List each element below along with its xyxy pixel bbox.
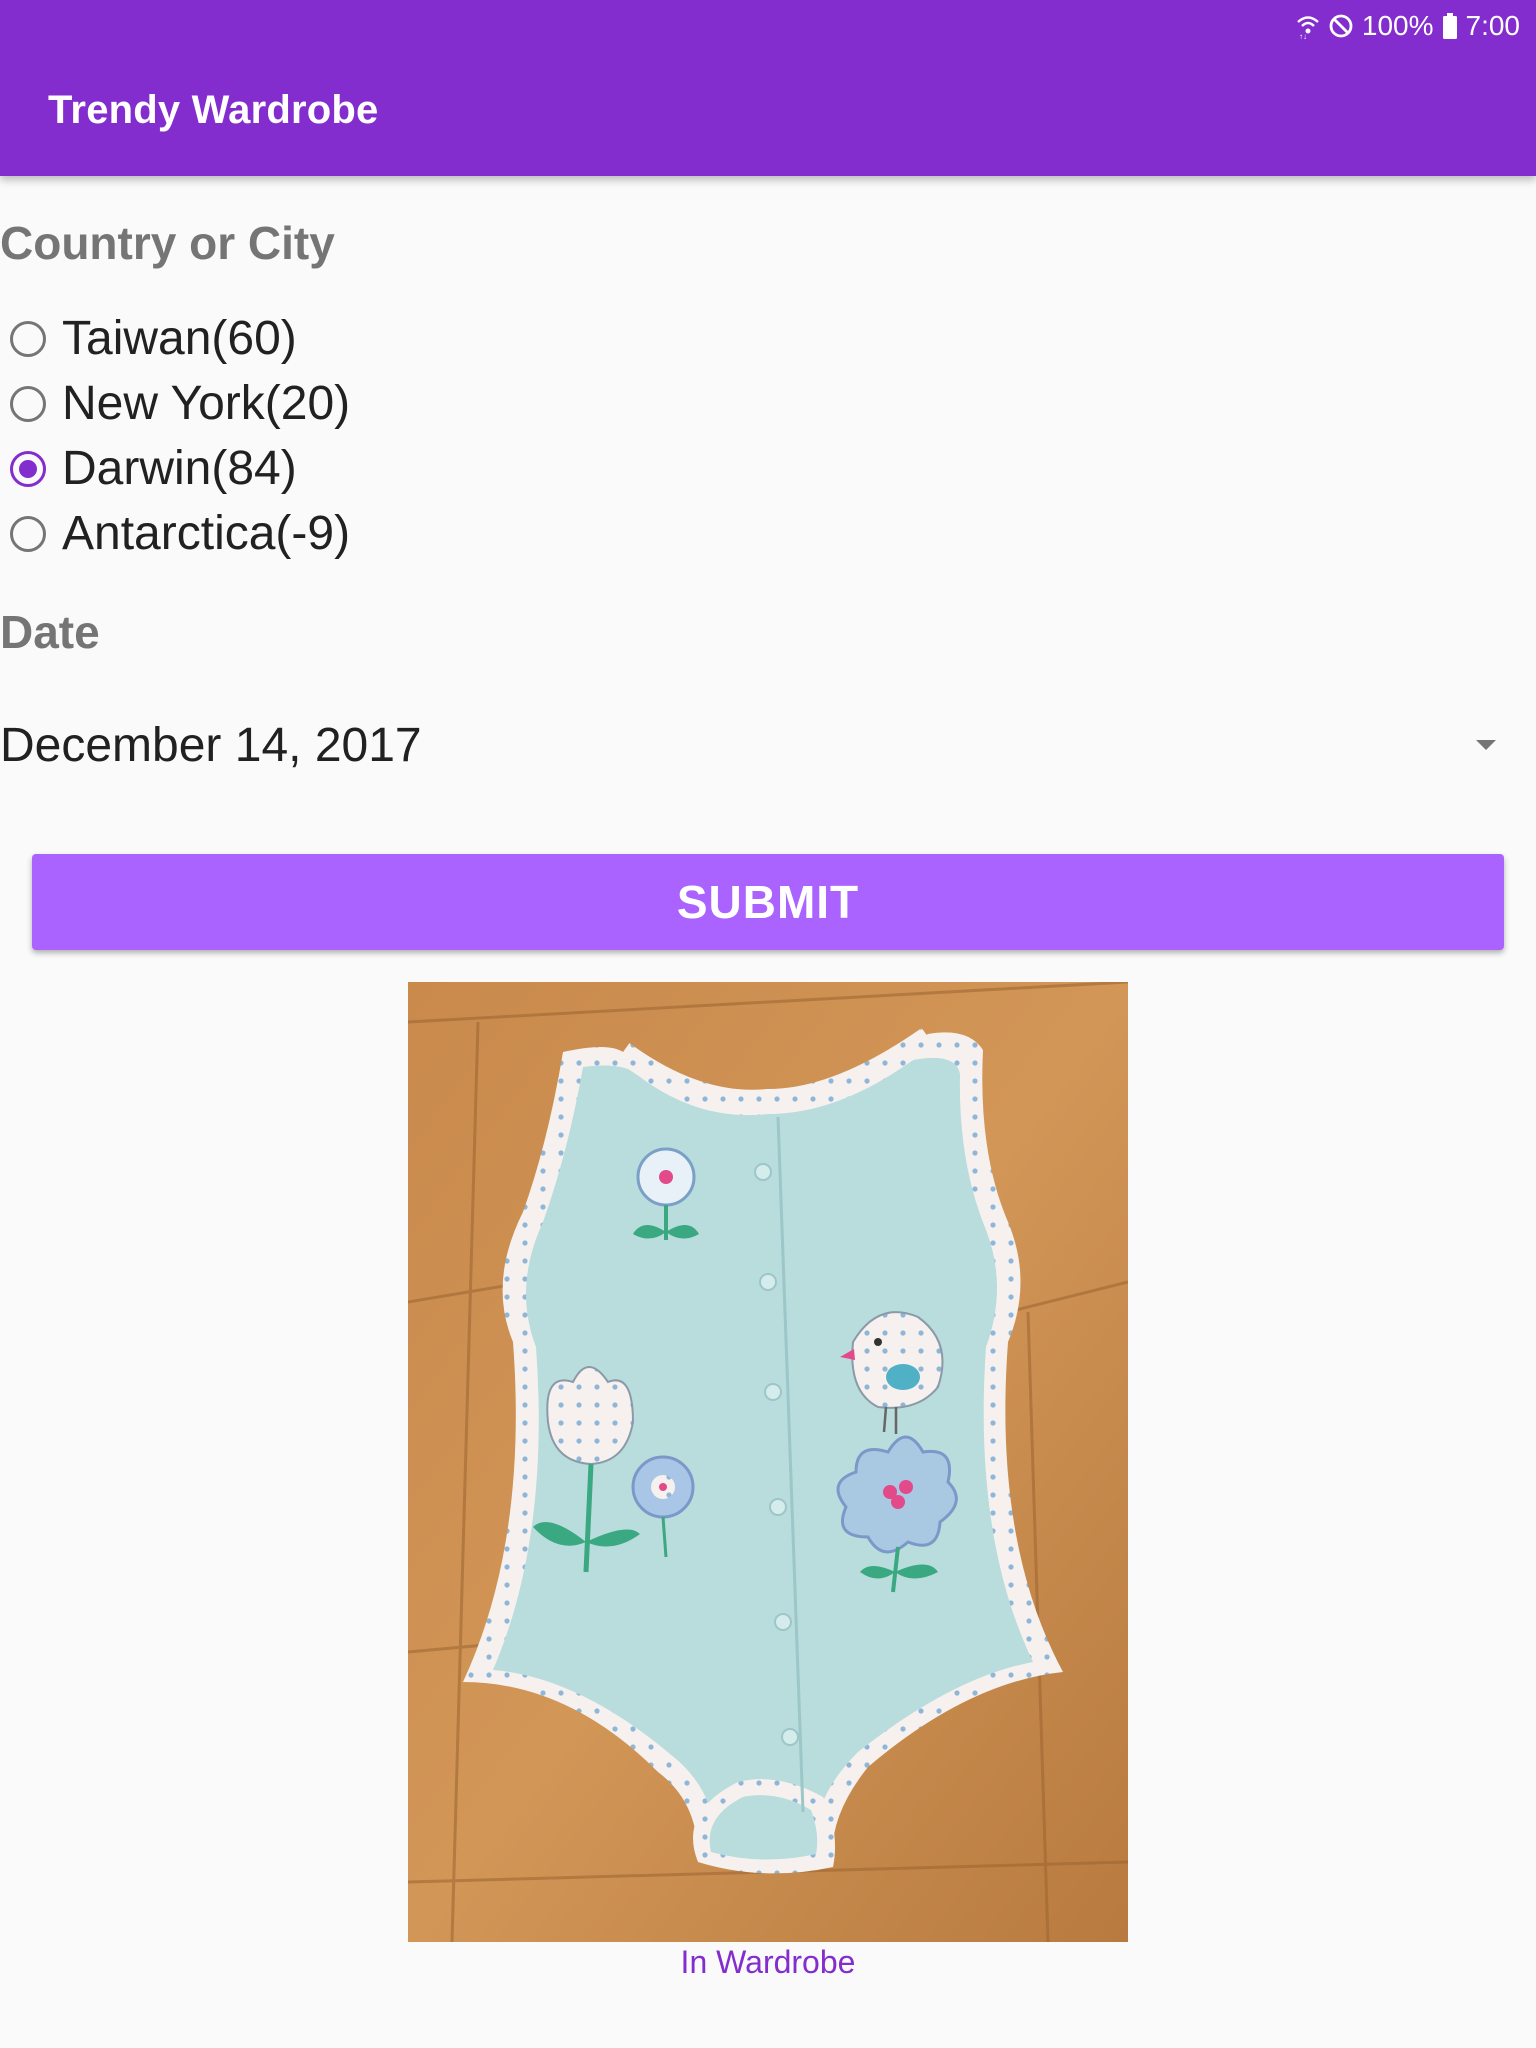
- wifi-icon: ↑↓: [1297, 16, 1319, 39]
- radio-option-label: Darwin(84): [62, 442, 297, 495]
- clock: 7:00: [1465, 10, 1521, 41]
- battery-icon: [1442, 13, 1457, 39]
- radio-option-new-york[interactable]: New York(20): [10, 371, 350, 436]
- radio-button[interactable]: [10, 515, 46, 552]
- app-bar: ↑↓ 100% 7:00 Trendy Wardrobe: [0, 0, 1536, 176]
- radio-button-checked[interactable]: [10, 450, 46, 487]
- radio-option-label: New York(20): [62, 377, 351, 430]
- radio-option-antarctica[interactable]: Antarctica(-9): [10, 501, 350, 566]
- wardrobe-status-caption: In Wardrobe: [680, 1944, 856, 1980]
- radio-option-label: Taiwan(60): [62, 312, 297, 365]
- battery-percent: 100%: [1361, 10, 1434, 41]
- submit-button[interactable]: SUBMIT: [32, 854, 1504, 950]
- baby-onesie-image: [408, 982, 1128, 1942]
- radio-option-darwin[interactable]: Darwin(84): [10, 436, 350, 501]
- date-spinner[interactable]: December 14, 2017: [0, 700, 1510, 790]
- radio-button[interactable]: [10, 385, 46, 422]
- do-not-disturb-icon: [1329, 14, 1353, 38]
- radio-option-label: Antarctica(-9): [62, 507, 351, 560]
- clothing-photo: [408, 982, 1128, 1942]
- radio-button[interactable]: [10, 320, 46, 357]
- status-bar: ↑↓ 100% 7:00: [1296, 8, 1520, 44]
- date-value: December 14, 2017: [0, 718, 422, 772]
- svg-text:↑↓: ↑↓: [1299, 32, 1307, 39]
- app-title: Trendy Wardrobe: [48, 88, 379, 132]
- location-radio-group: Taiwan(60) New York(20) Darwin(84) Antar…: [10, 306, 350, 566]
- dropdown-arrow-icon: [1476, 740, 1496, 750]
- date-section-label: Date: [0, 606, 100, 658]
- location-section-label: Country or City: [0, 217, 335, 269]
- radio-option-taiwan[interactable]: Taiwan(60): [10, 306, 350, 371]
